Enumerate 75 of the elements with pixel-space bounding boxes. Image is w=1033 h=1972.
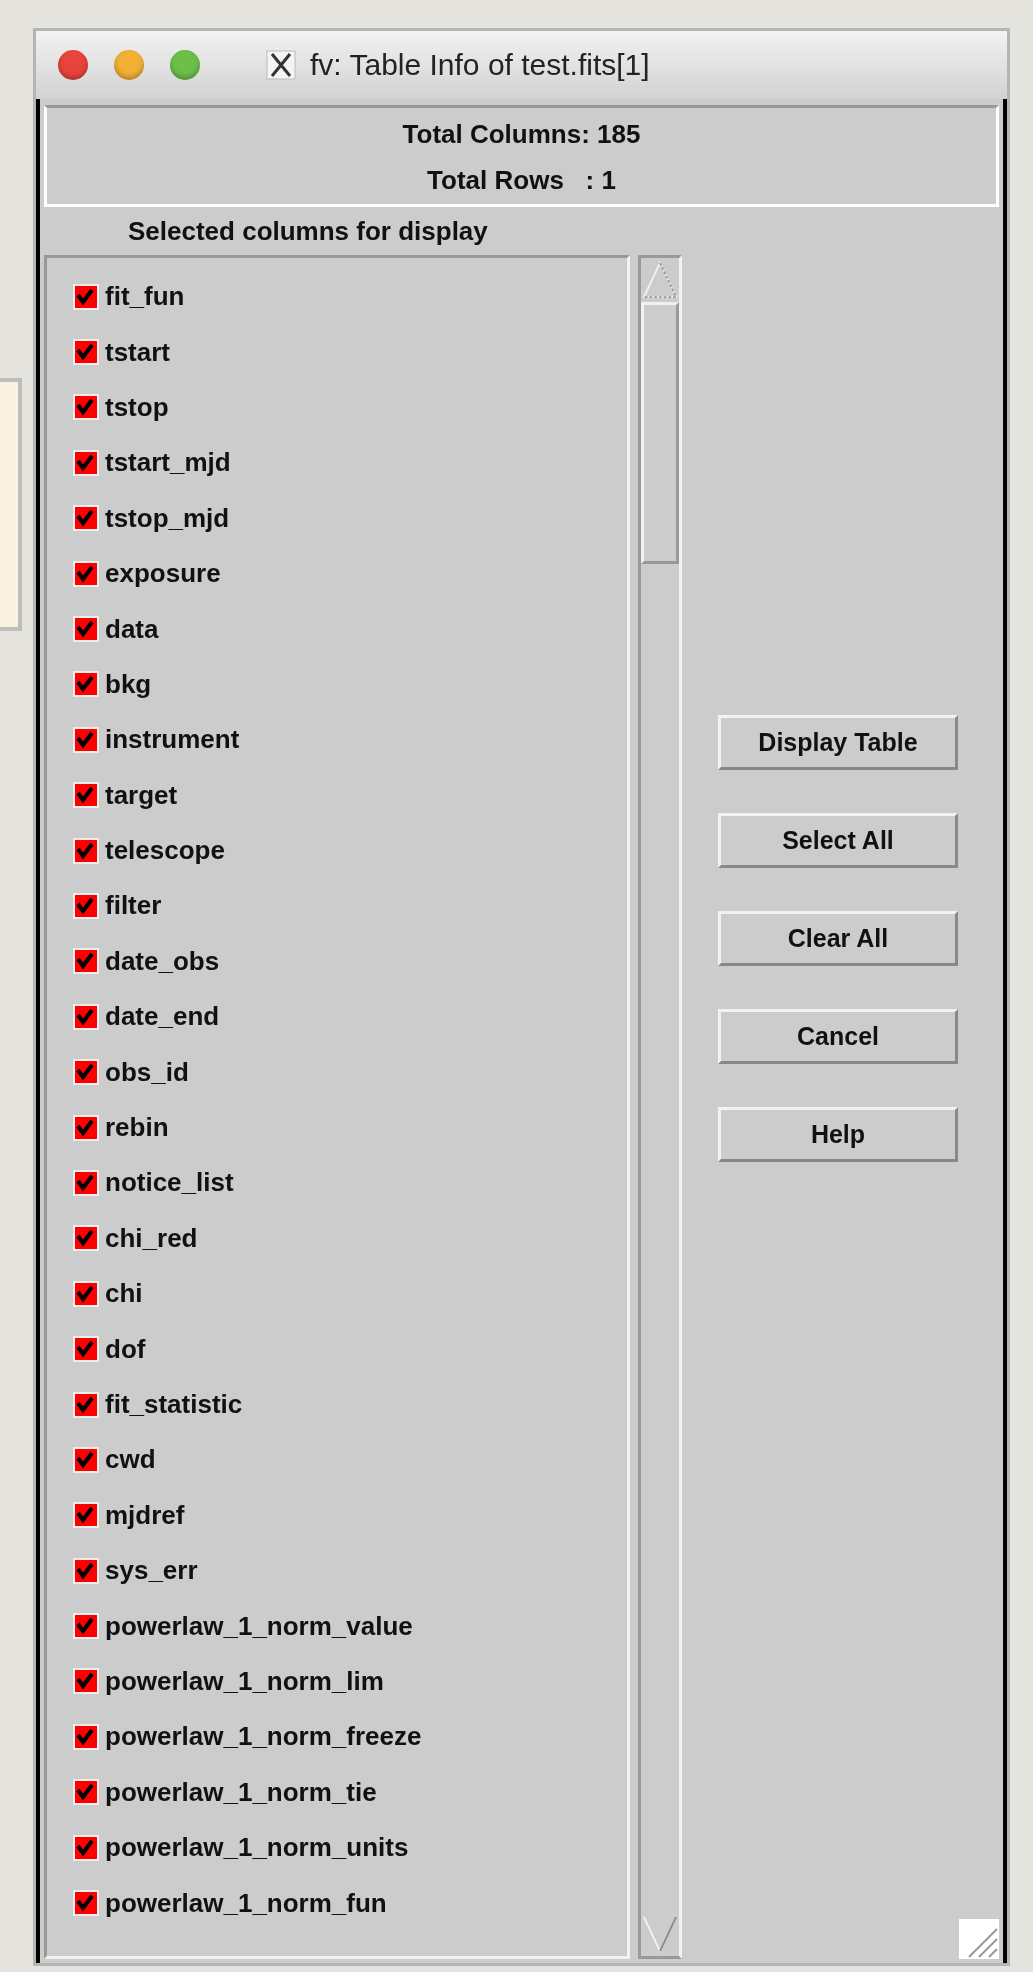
checkbox[interactable] [73,726,99,753]
zoom-button[interactable] [170,50,200,80]
checkbox[interactable] [73,1502,99,1529]
column-name[interactable]: telescope [105,835,225,867]
column-name[interactable]: powerlaw_1_norm_fun [105,1887,387,1919]
column-name[interactable]: instrument [105,724,240,756]
checkbox[interactable] [73,948,99,975]
column-name[interactable]: powerlaw_1_norm_lim [105,1665,384,1697]
checkbox[interactable] [73,1003,99,1030]
window-title: fv: Table Info of test.fits[1] [310,48,650,82]
checkbox[interactable] [73,671,99,698]
checkbox[interactable] [73,449,99,476]
checkbox[interactable] [73,1446,99,1473]
dialog-button[interactable]: Clear All [718,911,958,966]
column-name[interactable]: tstop [105,391,169,423]
section-label: Selected columns for display [127,215,489,248]
checkbox[interactable] [73,1613,99,1640]
column-name[interactable]: dof [105,1333,146,1365]
checkbox[interactable] [73,1779,99,1806]
column-name[interactable]: chi [105,1278,143,1310]
checkbox[interactable] [73,1225,99,1252]
column-name[interactable]: date_obs [105,945,220,977]
column-name[interactable]: mjdref [105,1499,185,1531]
column-name[interactable]: date_end [105,1001,220,1033]
checkbox[interactable] [73,505,99,532]
scrollbar[interactable] [638,255,682,1959]
checkbox[interactable] [73,283,99,310]
checkbox[interactable] [73,1114,99,1141]
scroll-thumb[interactable] [641,302,679,564]
checkbox[interactable] [73,1059,99,1086]
checkbox[interactable] [73,1890,99,1916]
column-name[interactable]: tstop_mjd [105,502,230,534]
checkbox[interactable] [73,616,99,643]
column-name[interactable]: fit_fun [105,281,185,313]
column-name[interactable]: tstart_mjd [105,447,231,479]
checkbox[interactable] [73,782,99,809]
column-name[interactable]: powerlaw_1_norm_tie [105,1776,377,1808]
column-name[interactable]: powerlaw_1_norm_units [105,1832,409,1864]
checkbox[interactable] [73,1723,99,1750]
column-name[interactable]: exposure [105,558,221,590]
checkbox[interactable] [73,1668,99,1695]
column-name[interactable]: data [105,613,159,645]
column-name[interactable]: tstart [105,336,170,368]
info-text: Total Rows : 1 [427,164,616,197]
checkbox[interactable] [73,1391,99,1418]
dialog-button[interactable]: Cancel [718,1009,958,1064]
column-name[interactable]: cwd [105,1444,156,1476]
column-name[interactable]: fit_statistic [105,1389,243,1420]
checkbox[interactable] [73,893,99,919]
checkbox[interactable] [73,1169,99,1196]
checkbox[interactable] [73,560,99,587]
close-button[interactable] [58,50,88,80]
column-name[interactable]: bkg [105,668,152,700]
column-name[interactable]: chi_red [105,1222,198,1254]
checkbox[interactable] [73,837,99,864]
column-name[interactable]: target [105,779,178,811]
checkbox[interactable] [73,1834,99,1861]
resize-grip-icon[interactable] [959,1919,999,1959]
dialog-button[interactable]: Help [718,1107,958,1162]
checkbox[interactable] [73,394,99,421]
column-name[interactable]: powerlaw_1_norm_value [105,1610,413,1642]
checkbox[interactable] [73,1280,99,1307]
dialog-button[interactable]: Select All [718,813,958,868]
checkbox[interactable] [73,1557,99,1584]
info-text: Total Columns: 185 [402,118,641,151]
column-name[interactable]: obs_id [105,1056,189,1088]
column-name[interactable]: sys_err [105,1555,198,1587]
checkbox[interactable] [73,339,99,366]
x-window-icon [266,50,296,80]
dialog-button[interactable]: Display Table [718,715,958,770]
column-name[interactable]: notice_list [105,1167,234,1199]
column-name[interactable]: filter [105,890,162,922]
column-name[interactable]: rebin [105,1112,169,1144]
column-name[interactable]: powerlaw_1_norm_freeze [105,1721,422,1753]
checkbox[interactable] [73,1336,99,1363]
